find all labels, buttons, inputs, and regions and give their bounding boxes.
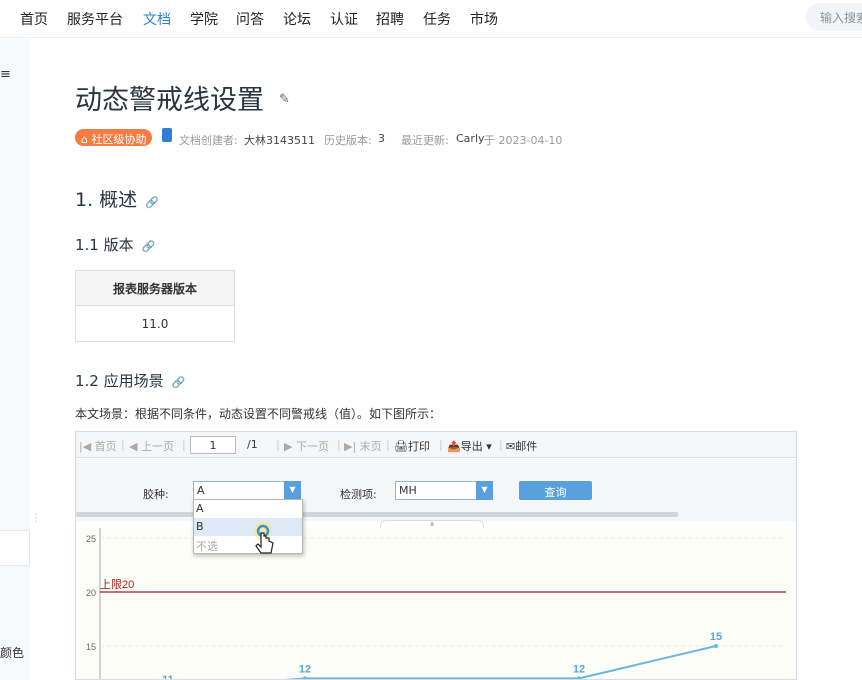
toolbar-separator: | <box>276 438 280 451</box>
edit-icon[interactable]: ✎ <box>279 92 290 107</box>
toolbar-separator: | <box>337 438 341 451</box>
data-point <box>714 644 718 648</box>
updated-label: 最近更新: <box>401 134 449 147</box>
page-title: 动态警戒线设置 <box>75 85 264 116</box>
nav-market[interactable]: 市场 <box>470 9 498 29</box>
toolbar-separator: | <box>182 438 186 451</box>
link-icon[interactable]: 🔗 <box>172 376 186 389</box>
query-button[interactable]: 查询 <box>519 481 592 500</box>
data-point <box>303 676 307 679</box>
section-heading-version: 1.1 版本 🔗 <box>75 234 155 255</box>
search-input[interactable]: 输入搜索 <box>806 3 862 31</box>
export-button[interactable]: 📤导出 ▾ <box>447 438 492 454</box>
mail-button[interactable]: ✉邮件 <box>506 438 537 454</box>
y-tick-label: 20 <box>86 588 96 598</box>
data-label: 12 <box>299 663 311 675</box>
section-title: 1.2 应用场景 <box>75 372 164 390</box>
link-icon[interactable]: 🔗 <box>145 196 159 209</box>
test-item-select[interactable]: MH ▼ <box>395 481 493 500</box>
collapse-panel-toggle[interactable]: ▲ <box>380 520 484 528</box>
prev-page-label: 上一页 <box>140 440 174 453</box>
export-label: 导出 <box>460 440 483 453</box>
community-badge: ⌂ 社区级协助 <box>75 129 153 146</box>
top-navigation: 首页 服务平台 文档 学院 问答 论坛 认证 招聘 任务 市场 输入搜索 <box>0 0 862 38</box>
data-label: 11 <box>162 674 174 680</box>
nav-home[interactable]: 首页 <box>20 9 48 29</box>
test-item-value: MH <box>399 484 417 497</box>
creator-label: 文档创建者: <box>179 134 238 147</box>
page-number-input[interactable]: 1 <box>190 436 236 454</box>
left-sidebar: ≡ ⋮ 颜色 <box>0 39 41 680</box>
test-item-label: 检测项: <box>340 488 377 501</box>
data-label: 12 <box>573 663 585 675</box>
report-toolbar: |◀ 首页 | ◀ 上一页 | 1 /1 | ▶ 下一页 | ▶| 末页 | 🖨… <box>76 432 796 458</box>
updated-by[interactable]: Carly <box>456 132 485 145</box>
rubber-type-value: A <box>197 484 205 497</box>
updated-date: 于 2023-04-10 <box>484 134 563 147</box>
first-page-label: 首页 <box>94 440 117 453</box>
chart-area: 25 20 15 上限20 11 12 12 15 <box>76 528 796 680</box>
badge-label: 社区级协助 <box>91 133 147 146</box>
nav-certification[interactable]: 认证 <box>330 9 358 29</box>
print-button[interactable]: 🖨打印 <box>394 438 430 454</box>
nav-docs[interactable]: 文档 <box>143 9 171 29</box>
chevron-down-icon[interactable]: ▼ <box>284 481 301 500</box>
hand-cursor-icon <box>254 522 274 554</box>
prev-page-button[interactable]: ◀ 上一页 <box>129 438 174 454</box>
next-page-label: 下一页 <box>295 440 329 453</box>
table-header: 报表服务器版本 <box>75 270 235 306</box>
mail-label: 邮件 <box>515 440 538 453</box>
y-tick-label: 25 <box>86 534 96 544</box>
link-icon[interactable]: 🔗 <box>142 240 156 253</box>
parameter-panel: 胶种: A ▼ 检测项: MH ▼ 查询 <box>76 459 796 521</box>
dropdown-option[interactable]: A <box>194 500 302 518</box>
toolbar-separator: | <box>121 438 125 451</box>
scenario-paragraph: 本文场景：根据不同条件，动态设置不同警戒线（值）。如下图所示： <box>75 407 442 421</box>
resize-handle-icon[interactable]: ⋮ <box>31 513 41 524</box>
toolbar-separator: | <box>439 438 443 451</box>
first-page-button[interactable]: |◀ 首页 <box>79 438 117 454</box>
toolbar-separator: | <box>386 438 390 451</box>
y-tick-label: 15 <box>86 642 96 652</box>
last-page-label: 末页 <box>359 440 382 453</box>
nav-academy[interactable]: 学院 <box>190 9 218 29</box>
rubber-type-label: 胶种: <box>143 488 169 501</box>
nav-forum[interactable]: 论坛 <box>283 9 311 29</box>
section-title: 1. 概述 <box>75 189 138 211</box>
sidebar-panel <box>0 530 30 566</box>
document-icon <box>162 128 172 142</box>
nav-jobs[interactable]: 招聘 <box>376 9 404 29</box>
version-table: 报表服务器版本 11.0 <box>75 270 235 342</box>
data-label: 15 <box>710 631 722 643</box>
creator-name[interactable]: 大林3143511 <box>244 132 315 148</box>
report-preview: |◀ 首页 | ◀ 上一页 | 1 /1 | ▶ 下一页 | ▶| 末页 | 🖨… <box>75 431 797 680</box>
section-title: 1.1 版本 <box>75 236 134 254</box>
series-line <box>284 645 717 679</box>
data-point <box>577 676 581 679</box>
print-label: 打印 <box>407 440 430 453</box>
next-page-button[interactable]: ▶ 下一页 <box>284 438 329 454</box>
last-page-button[interactable]: ▶| 末页 <box>344 438 382 454</box>
history-count[interactable]: 3 <box>378 132 385 145</box>
horizontal-scrollbar[interactable] <box>76 512 678 517</box>
rubber-type-select[interactable]: A ▼ <box>193 481 301 500</box>
history-label: 历史版本: <box>324 134 372 147</box>
chevron-down-icon[interactable]: ▼ <box>476 481 493 500</box>
nav-tasks[interactable]: 任务 <box>423 9 451 29</box>
menu-icon[interactable]: ≡ <box>0 67 11 82</box>
toolbar-separator: | <box>499 438 503 451</box>
section-heading-scenario: 1.2 应用场景 🔗 <box>75 370 185 391</box>
section-heading-overview: 1. 概述 🔗 <box>75 185 159 212</box>
page-total: /1 <box>247 438 258 451</box>
sidebar-color-label: 颜色 <box>0 646 25 660</box>
nav-qa[interactable]: 问答 <box>236 9 264 29</box>
chart-svg: 25 20 15 上限20 11 12 12 15 <box>86 528 786 680</box>
table-cell: 11.0 <box>75 305 235 342</box>
nav-service-platform[interactable]: 服务平台 <box>67 9 123 29</box>
threshold-label: 上限20 <box>100 578 134 591</box>
